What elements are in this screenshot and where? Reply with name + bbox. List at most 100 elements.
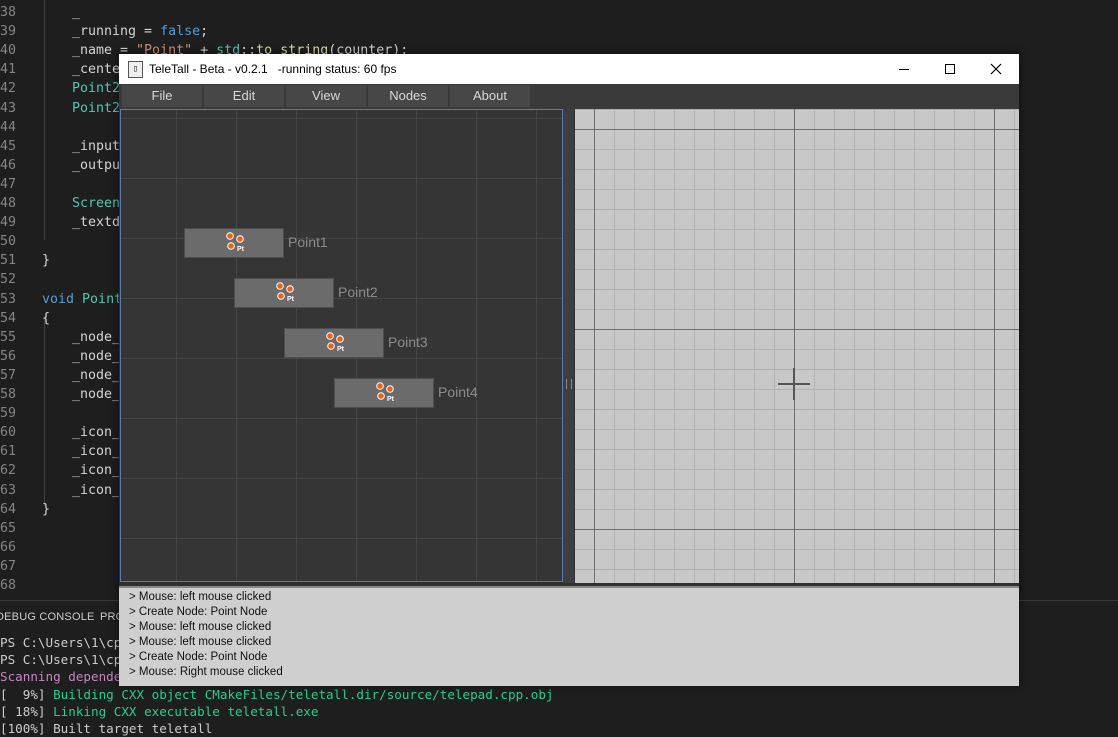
line-number: 52 <box>0 272 17 288</box>
line-number: 58 <box>0 387 17 402</box>
code-line: 46 _outpu <box>0 156 120 175</box>
node-icon-text: Pt <box>287 296 295 303</box>
menu-nodes[interactable]: Nodes <box>368 85 448 107</box>
point-node-icon: Pt <box>376 382 395 403</box>
close-button[interactable] <box>973 54 1019 84</box>
log-line: > Create Node: Point Node <box>129 606 268 618</box>
node-editor-canvas[interactable]: Pt Point1 Pt Point2 Pt Point3 Pt Point4 <box>120 109 563 582</box>
maximize-icon <box>945 64 955 74</box>
line-number: 46 <box>0 157 17 173</box>
code-text: _node_ <box>72 367 121 383</box>
line-number: 44 <box>0 119 17 135</box>
code-text: Point2 <box>72 100 121 116</box>
viewport-canvas[interactable] <box>575 109 1019 583</box>
log-line: > Mouse: left mouse clicked <box>129 591 272 603</box>
close-icon <box>990 63 1002 75</box>
code-text: void Point <box>42 291 123 307</box>
point-node[interactable]: Pt Point1 <box>184 228 328 258</box>
log-line: > Mouse: Right mouse clicked <box>129 666 283 678</box>
code-line: 68 <box>0 576 16 595</box>
line-number: 61 <box>0 444 17 460</box>
line-number: 41 <box>0 62 17 78</box>
code-line: 57 _node_ <box>0 366 120 385</box>
line-number: 45 <box>0 138 17 154</box>
code-line: 47 <box>0 175 16 194</box>
code-line: 61 _icon_ <box>0 442 120 461</box>
line-number: 50 <box>0 234 17 250</box>
code-text: _node_ <box>72 329 121 345</box>
tab-debug-console[interactable]: DEBUG CONSOLE <box>0 611 95 623</box>
terminal-line: [100%] Built target teletall <box>0 721 213 736</box>
code-line: 53 void Point <box>0 290 122 309</box>
code-line: 66 <box>0 538 16 557</box>
code-line: 48 Screen <box>0 194 120 213</box>
code-text: { <box>42 310 51 326</box>
code-text: _input <box>72 138 121 154</box>
code-line: 55 _node_ <box>0 328 120 347</box>
code-text: _node_ <box>72 387 121 402</box>
terminal-line: PS C:\Users\1\cpp2 <box>0 635 137 650</box>
code-line: 50 <box>0 232 16 251</box>
code-text: _icon_ <box>72 463 121 479</box>
line-number: 47 <box>0 176 17 192</box>
line-number: 43 <box>0 100 17 116</box>
panel-splitter[interactable] <box>563 109 574 583</box>
code-text: _outpu <box>72 157 121 173</box>
node-label: Point3 <box>388 334 428 350</box>
terminal-line: [ 18%] Linking CXX executable teletall.e… <box>0 703 319 719</box>
node-label: Point1 <box>288 234 328 250</box>
menu-view[interactable]: View <box>286 85 366 107</box>
menu-about[interactable]: About <box>450 85 530 107</box>
terminal-line: PS C:\Users\1\cpp2 <box>0 652 137 668</box>
log-line: > Create Node: Point Node <box>129 651 268 663</box>
code-text: _icon_ <box>72 425 121 441</box>
line-number: 55 <box>0 329 17 345</box>
terminal-line: Scanning dependenc <box>0 669 137 685</box>
menu-edit[interactable]: Edit <box>204 85 284 107</box>
minimize-button[interactable] <box>881 54 927 84</box>
line-number: 53 <box>0 291 17 307</box>
code-line: 52 <box>0 270 16 289</box>
line-number: 39 <box>0 24 17 40</box>
log-line: > Mouse: left mouse clicked <box>129 636 272 648</box>
menu-file[interactable]: File <box>122 85 202 107</box>
code-line: 60 _icon_ <box>0 423 120 442</box>
point-node[interactable]: Pt Point3 <box>284 328 428 358</box>
line-number: 68 <box>0 578 17 593</box>
minimize-icon <box>899 69 909 70</box>
splitter-grip-icon <box>566 379 572 389</box>
code-line: 64} <box>0 500 50 519</box>
point-node[interactable]: Pt Point2 <box>234 278 378 308</box>
indent-guide <box>44 0 45 240</box>
node-icon-text: Pt <box>237 246 245 253</box>
code-text: _icon_ <box>72 482 121 498</box>
line-number: 63 <box>0 482 17 498</box>
line-number: 42 <box>0 81 17 97</box>
point-node-icon: Pt <box>326 332 345 353</box>
code-text: Screen <box>72 196 121 211</box>
log-console: > Mouse: left mouse clicked > Create Nod… <box>119 586 1019 686</box>
code-text: } <box>42 253 51 269</box>
code-line: 67 <box>0 557 16 576</box>
line-number: 64 <box>0 501 17 517</box>
code-text: _node_ <box>72 348 121 364</box>
line-number: 48 <box>0 196 17 211</box>
code-line: 63 _icon_ <box>0 481 120 500</box>
point-node-icon: Pt <box>226 232 245 253</box>
window-title: TeleTall - Beta - v0.2.1 -running status… <box>149 62 397 76</box>
maximize-button[interactable] <box>927 54 973 84</box>
code-line: 59 <box>0 404 16 423</box>
code-line: 44 <box>0 118 16 137</box>
point-node[interactable]: Pt Point4 <box>334 378 478 408</box>
line-number: 51 <box>0 253 17 269</box>
app-icon: ▯ <box>128 61 143 78</box>
line-number: 49 <box>0 215 17 231</box>
code-line: 62 _icon_ <box>0 461 120 480</box>
line-number: 54 <box>0 310 17 326</box>
code-line: 65 <box>0 519 16 538</box>
title-bar[interactable]: ▯ TeleTall - Beta - v0.2.1 -running stat… <box>119 54 1019 84</box>
code-line: 45 _input <box>0 137 120 156</box>
node-icon-text: Pt <box>337 346 345 353</box>
menu-bar: File Edit View Nodes About <box>119 84 1019 109</box>
code-text: _ <box>72 5 81 20</box>
